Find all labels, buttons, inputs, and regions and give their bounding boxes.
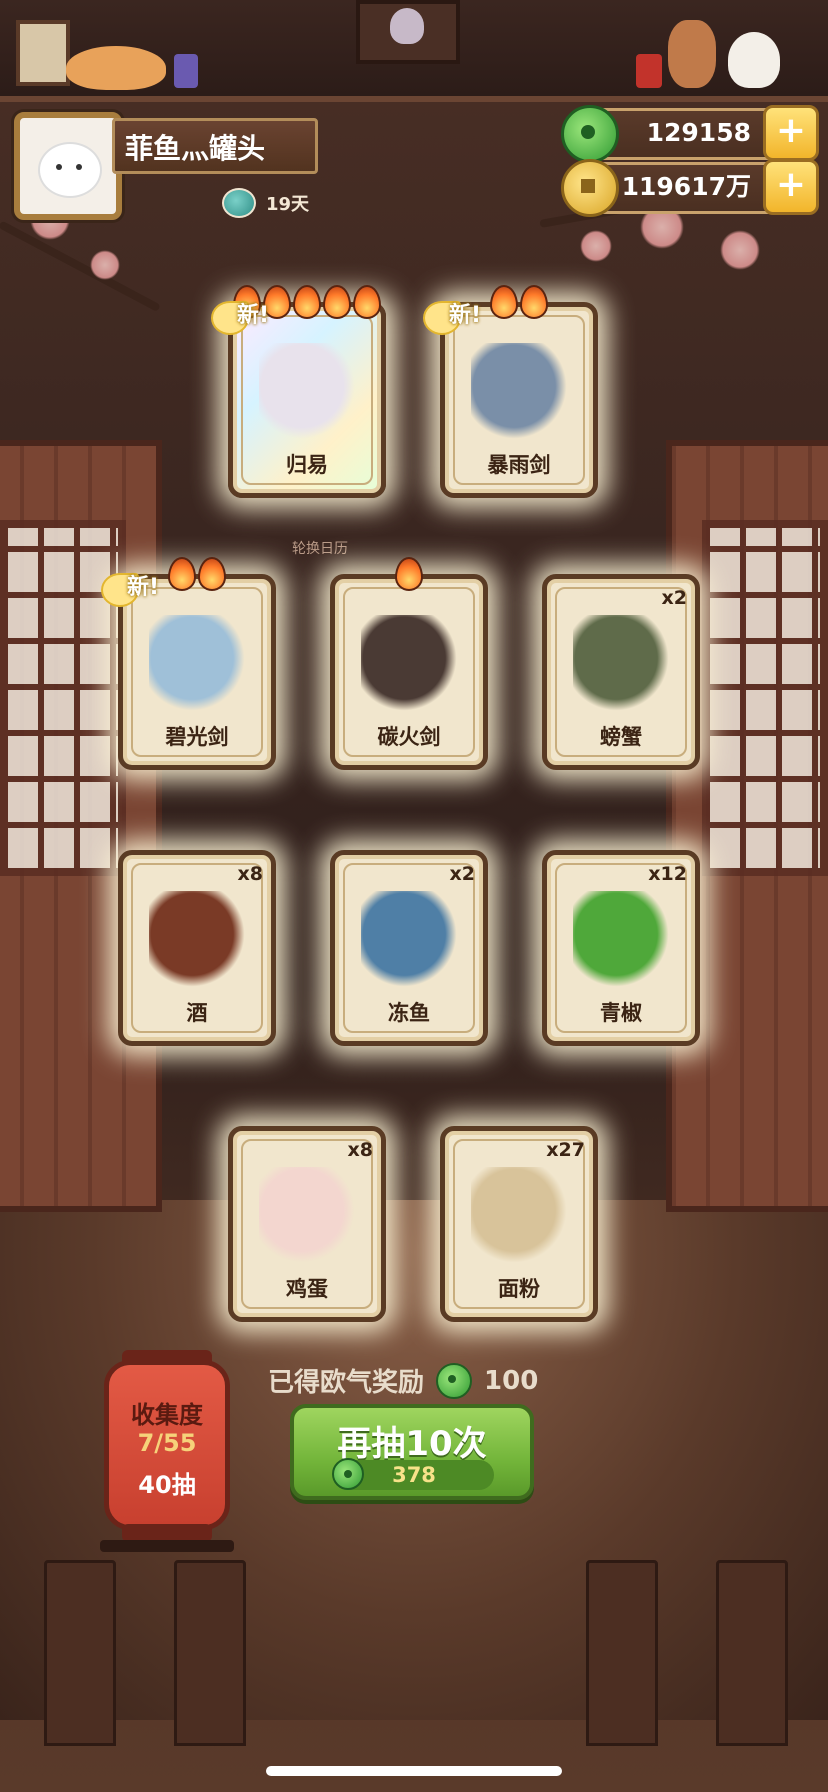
luck-reward: 已得欧气奖励 100 <box>268 1362 538 1399</box>
item-art-icon <box>361 891 457 987</box>
draw-again-button[interactable]: 再抽10次 378 <box>290 1404 534 1500</box>
item-quantity: x8 <box>237 863 263 885</box>
item-art-icon <box>259 343 355 439</box>
item-name: 碳火剑 <box>377 725 441 749</box>
jade-value: 129158 <box>646 118 751 147</box>
flame-icon <box>293 285 321 319</box>
item-name: 酒 <box>186 1001 208 1025</box>
item-name: 螃蟹 <box>600 725 642 749</box>
gold-coin-icon <box>561 159 619 217</box>
item-card[interactable]: x2 螃蟹 <box>542 574 700 770</box>
flame-icon <box>353 285 381 319</box>
item-art-icon <box>149 615 245 711</box>
item-name: 青椒 <box>600 1001 642 1025</box>
item-quantity: x12 <box>648 863 687 885</box>
item-quantity: x2 <box>661 587 687 609</box>
luck-reward-value: 100 <box>484 1365 539 1396</box>
days-text: 19天 <box>266 194 310 215</box>
red-jar-icon <box>636 54 662 88</box>
item-card[interactable]: 碳火剑 <box>330 557 488 770</box>
item-art-icon <box>149 891 245 987</box>
jar-icon <box>174 54 198 88</box>
raccoon-icon <box>390 8 424 44</box>
player-name: 菲鱼灬罐头 <box>112 118 318 174</box>
item-art-icon <box>573 891 669 987</box>
flame-icon <box>198 557 226 591</box>
branch <box>0 220 161 313</box>
item-card[interactable]: 新! 归易 <box>211 285 386 498</box>
draw-again-label: 再抽10次 <box>337 1424 487 1464</box>
gold-currency: 119617万 + <box>561 159 819 217</box>
item-card[interactable]: x8 酒 <box>118 850 276 1046</box>
new-badge-text: 新! <box>127 575 160 600</box>
collection-lantern[interactable]: 收集度 7/55 40抽 <box>104 1360 230 1530</box>
item-art-icon <box>573 615 669 711</box>
collection-draws: 40抽 <box>138 1471 196 1499</box>
draw-cost-value: 378 <box>392 1463 436 1487</box>
item-art-icon <box>361 615 457 711</box>
add-jade-button[interactable]: + <box>763 105 819 161</box>
item-card[interactable]: x27 面粉 <box>440 1126 598 1322</box>
flame-icon <box>323 285 351 319</box>
character-icon <box>668 20 716 88</box>
gold-value: 119617万 <box>621 172 751 201</box>
item-card[interactable]: 新! 暴雨剑 <box>423 285 598 498</box>
item-name: 面粉 <box>498 1277 540 1301</box>
luck-reward-label: 已得欧气奖励 <box>268 1368 425 1398</box>
item-name: 冻鱼 <box>388 1001 430 1025</box>
blossom <box>720 230 760 270</box>
item-name: 暴雨剑 <box>487 453 551 477</box>
new-badge: 新! <box>101 569 181 609</box>
player-avatar[interactable] <box>14 112 122 220</box>
days-counter: 19天 <box>222 188 309 218</box>
rarity-flames <box>335 557 483 591</box>
collection-progress: 7/55 <box>137 1429 197 1457</box>
fence-post <box>716 1560 788 1746</box>
paw-sign-icon <box>16 20 70 86</box>
blossom <box>580 230 612 262</box>
sleeping-cat-icon <box>66 46 166 90</box>
fence-post <box>174 1560 246 1746</box>
cat-avatar-icon <box>38 142 102 198</box>
white-cat-icon <box>728 32 780 88</box>
flame-icon <box>520 285 548 319</box>
item-name: 碧光剑 <box>165 725 229 749</box>
item-name: 归易 <box>286 453 328 477</box>
lantern-stand <box>100 1540 234 1552</box>
collection-title: 收集度 <box>131 1401 203 1429</box>
rotate-calendar-label: 轮换日历 <box>292 541 348 557</box>
item-card[interactable]: x12 青椒 <box>542 850 700 1046</box>
flame-icon <box>395 557 423 591</box>
item-card[interactable]: 新! 碧光剑 <box>101 557 276 770</box>
home-indicator <box>266 1766 562 1776</box>
item-art-icon <box>471 343 567 439</box>
add-gold-button[interactable]: + <box>763 159 819 215</box>
item-card[interactable]: x2 冻鱼 <box>330 850 488 1046</box>
jade-coin-icon <box>436 1362 473 1399</box>
item-art-icon <box>471 1167 567 1263</box>
item-art-icon <box>259 1167 355 1263</box>
new-badge-text: 新! <box>237 303 270 328</box>
item-name: 鸡蛋 <box>286 1277 328 1301</box>
item-quantity: x2 <box>449 863 475 885</box>
leaf-icon <box>222 188 256 218</box>
item-quantity: x8 <box>347 1139 373 1161</box>
fence-post <box>44 1560 116 1746</box>
new-badge: 新! <box>423 297 503 337</box>
item-quantity: x27 <box>546 1139 585 1161</box>
fence-post <box>586 1560 658 1746</box>
right-window-lattice <box>702 520 828 876</box>
jade-currency: 129158 + <box>561 105 819 163</box>
new-badge: 新! <box>211 297 291 337</box>
jade-coin-icon <box>561 105 619 163</box>
item-card[interactable]: x8 鸡蛋 <box>228 1126 386 1322</box>
draw-cost: 378 <box>332 1458 494 1490</box>
new-badge-text: 新! <box>449 303 482 328</box>
blossom <box>90 250 120 280</box>
